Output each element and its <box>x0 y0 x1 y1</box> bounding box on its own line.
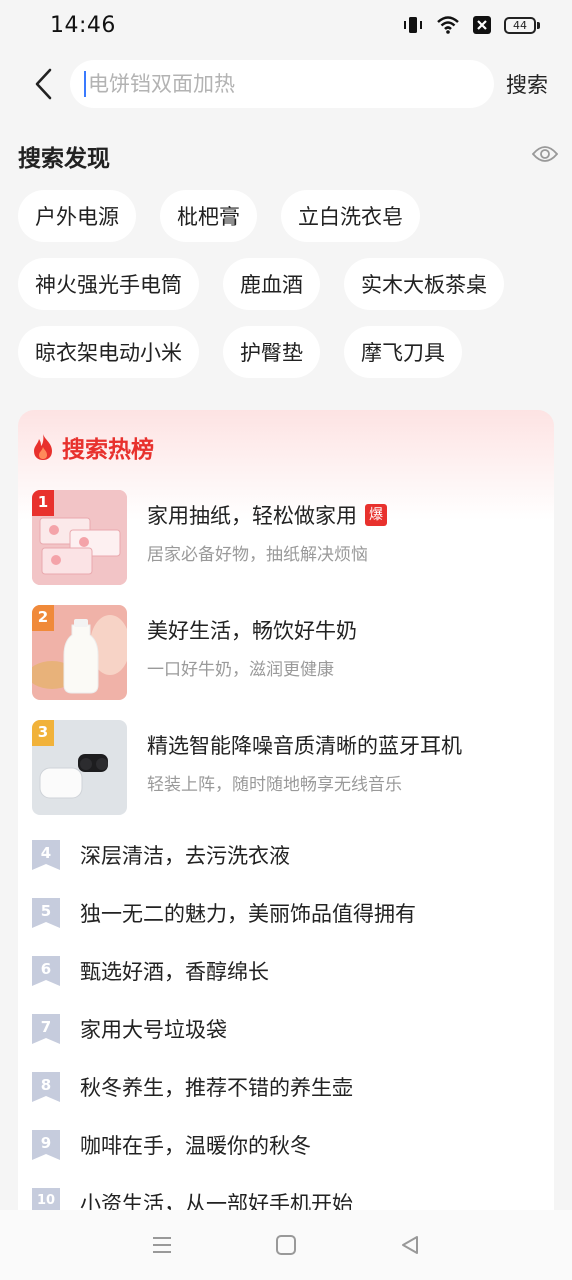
flame-icon <box>34 434 52 460</box>
hot-item-title-text: 美好生活，畅饮好牛奶 <box>147 619 357 643</box>
discover-header: 搜索发现 <box>18 138 559 174</box>
discover-chip[interactable]: 户外电源 <box>18 190 136 242</box>
chip-row: 户外电源 枇杷膏 立白洗衣皂 <box>18 190 558 242</box>
discover-chip[interactable]: 鹿血酒 <box>223 258 320 310</box>
chip-row: 神火强光手电筒 鹿血酒 实木大板茶桌 <box>18 258 558 310</box>
rank-badge: 4 <box>32 840 60 870</box>
menu-button[interactable] <box>142 1225 182 1265</box>
rank-badge: 8 <box>32 1072 60 1102</box>
hot-list-item[interactable]: 6 甄选好酒，香醇绵长 <box>32 951 542 991</box>
hot-badge: 爆 <box>365 504 387 526</box>
discover-chip[interactable]: 神火强光手电筒 <box>18 258 199 310</box>
rank-badge: 5 <box>32 898 60 928</box>
hot-item-title-text: 精选智能降噪音质清晰的蓝牙耳机 <box>147 734 462 758</box>
chip-row: 晾衣架电动小米 护臀垫 摩飞刀具 <box>18 326 558 378</box>
search-box[interactable] <box>70 60 494 108</box>
eye-icon[interactable] <box>531 144 559 168</box>
rank-tag: 2 <box>32 605 54 631</box>
hot-list-header: 搜索热榜 <box>30 430 154 464</box>
search-input[interactable] <box>88 72 468 96</box>
rank-badge: 6 <box>32 956 60 986</box>
hot-list-card: 搜索热榜 1 家用抽纸，轻松做家用 爆 居家必备好物，抽纸解决烦恼 2 美好生活… <box>18 410 554 1230</box>
hot-list-item-text: 家用大号垃圾袋 <box>80 1018 227 1042</box>
hot-item-title-text: 家用抽纸，轻松做家用 <box>147 504 357 528</box>
rank-badge: 7 <box>32 1014 60 1044</box>
hot-item-subtitle: 轻装上阵，随时随地畅享无线音乐 <box>147 775 402 795</box>
menu-icon <box>153 1237 171 1253</box>
hot-list-item[interactable]: 4 深层清洁，去污洗衣液 <box>32 835 542 875</box>
hot-item-title: 家用抽纸，轻松做家用 爆 <box>147 500 387 530</box>
hot-list-item[interactable]: 7 家用大号垃圾袋 <box>32 1009 542 1049</box>
status-time: 14:46 <box>50 12 116 38</box>
battery-level: 44 <box>504 16 536 34</box>
back-arrow-icon <box>35 68 52 100</box>
hot-item-title: 美好生活，畅饮好牛奶 <box>147 615 357 645</box>
discover-chip[interactable]: 晾衣架电动小米 <box>18 326 199 378</box>
discover-chip[interactable]: 护臀垫 <box>223 326 320 378</box>
discover-chip[interactable]: 枇杷膏 <box>160 190 257 242</box>
search-header: 搜索 <box>0 56 572 112</box>
hot-list-item-text: 独一无二的魅力，美丽饰品值得拥有 <box>80 902 416 926</box>
discover-chips: 户外电源 枇杷膏 立白洗衣皂 神火强光手电筒 鹿血酒 实木大板茶桌 晾衣架电动小… <box>18 190 558 394</box>
wifi-icon <box>437 16 459 34</box>
rank-tag: 1 <box>32 490 54 516</box>
no-sim-icon <box>473 16 491 34</box>
battery-icon: 44 <box>504 16 540 34</box>
hot-list-item-text: 咖啡在手，温暖你的秋冬 <box>80 1134 311 1158</box>
discover-chip[interactable]: 摩飞刀具 <box>344 326 462 378</box>
tissue-box-image: 1 <box>32 490 127 585</box>
status-bar: 14:46 44 <box>0 0 572 50</box>
hot-list-item-text: 深层清洁，去污洗衣液 <box>80 844 290 868</box>
back-nav-button[interactable] <box>390 1225 430 1265</box>
discover-chip[interactable]: 实木大板茶桌 <box>344 258 504 310</box>
system-nav-bar <box>0 1210 572 1280</box>
back-button[interactable] <box>22 62 66 106</box>
hot-list-title: 搜索热榜 <box>62 437 154 463</box>
hot-item-title: 精选智能降噪音质清晰的蓝牙耳机 <box>147 730 462 760</box>
milk-bottle-image: 2 <box>32 605 127 700</box>
hot-top-item[interactable]: 1 家用抽纸，轻松做家用 爆 居家必备好物，抽纸解决烦恼 <box>32 490 542 586</box>
hot-top-item[interactable]: 2 美好生活，畅饮好牛奶 一口好牛奶，滋润更健康 <box>32 605 542 701</box>
text-caret <box>84 71 86 97</box>
hot-list-item-text: 甄选好酒，香醇绵长 <box>80 960 269 984</box>
hot-item-subtitle: 一口好牛奶，滋润更健康 <box>147 660 334 680</box>
earbuds-image: 3 <box>32 720 127 815</box>
hot-list-item-text: 秋冬养生，推荐不错的养生壶 <box>80 1076 353 1100</box>
rank-badge: 9 <box>32 1130 60 1160</box>
hot-list-item[interactable]: 8 秋冬养生，推荐不错的养生壶 <box>32 1067 542 1107</box>
hot-top-item[interactable]: 3 精选智能降噪音质清晰的蓝牙耳机 轻装上阵，随时随地畅享无线音乐 <box>32 720 542 816</box>
hot-list-item[interactable]: 9 咖啡在手，温暖你的秋冬 <box>32 1125 542 1165</box>
home-button[interactable] <box>266 1225 306 1265</box>
hot-list-item[interactable]: 5 独一无二的魅力，美丽饰品值得拥有 <box>32 893 542 933</box>
vibrate-icon <box>404 17 422 33</box>
hot-item-subtitle: 居家必备好物，抽纸解决烦恼 <box>147 545 368 565</box>
discover-title: 搜索发现 <box>18 146 110 172</box>
rank-tag: 3 <box>32 720 54 746</box>
search-button[interactable]: 搜索 <box>506 69 548 99</box>
status-icons: 44 <box>402 15 540 35</box>
home-square-icon <box>276 1235 296 1255</box>
discover-chip[interactable]: 立白洗衣皂 <box>281 190 420 242</box>
back-triangle-icon <box>402 1236 418 1254</box>
